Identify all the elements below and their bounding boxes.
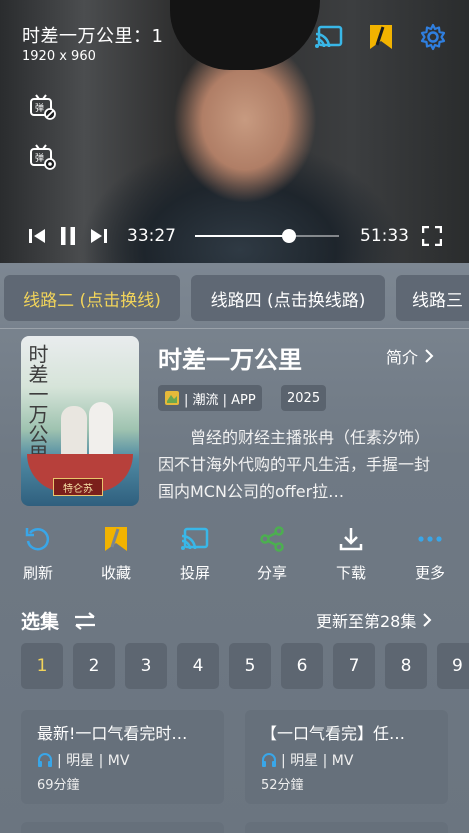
download-icon	[339, 528, 363, 551]
headphones-icon	[262, 753, 276, 767]
svg-text:弹: 弹	[35, 102, 44, 114]
more-label: 更多	[414, 564, 445, 582]
intro-label: 简介	[386, 348, 419, 367]
more-button[interactable]: 更多	[400, 524, 460, 583]
intro-link[interactable]: 简介	[386, 344, 434, 368]
update-text: 更新至第28集	[316, 612, 417, 631]
fullscreen-icon[interactable]	[421, 222, 443, 250]
route-tab-3[interactable]: 线路三	[396, 275, 469, 321]
cast-button[interactable]: 投屏	[165, 524, 225, 583]
episodes-header: 选集	[21, 607, 97, 634]
episodes-title: 选集	[21, 611, 60, 633]
cast-label: 投屏	[179, 564, 210, 582]
seek-progress	[195, 235, 289, 237]
current-time: 33:27	[127, 226, 176, 246]
danmaku-settings-icon[interactable]: 弹	[28, 142, 58, 172]
svg-text:弹: 弹	[35, 152, 44, 164]
duration: 51:33	[360, 226, 409, 246]
refresh-icon	[25, 528, 50, 551]
episodes-update-link[interactable]: 更新至第28集	[316, 608, 432, 632]
headphones-icon	[38, 753, 52, 767]
video-player[interactable]: 时差一万公里：1 1920 x 960 弹 弹 33:27 51:33	[0, 0, 469, 263]
cast-icon[interactable]	[314, 22, 344, 52]
skip-previous-icon[interactable]	[26, 222, 48, 250]
share-icon	[260, 526, 284, 552]
route-selector: 线路二 (点击换线) 线路四 (点击换线路) 线路三	[0, 275, 469, 323]
episode-button[interactable]: 6	[281, 643, 323, 689]
episode-button[interactable]: 1	[21, 643, 63, 689]
card-meta: | 明星 | MV	[261, 750, 432, 770]
bookmark-icon[interactable]	[366, 22, 396, 52]
episode-button[interactable]: 4	[177, 643, 219, 689]
app-icon	[165, 391, 179, 405]
year-text: 2025	[287, 390, 321, 406]
download-label: 下载	[335, 564, 366, 582]
refresh-label: 刷新	[22, 564, 53, 582]
seek-thumb[interactable]	[281, 229, 296, 243]
card-duration: 69分鐘	[37, 778, 80, 793]
skip-next-icon[interactable]	[88, 222, 110, 250]
card-meta-text: | 明星 | MV	[281, 753, 354, 769]
settings-icon[interactable]	[418, 22, 448, 52]
share-label: 分享	[256, 564, 287, 582]
related-video-card[interactable]	[21, 822, 224, 833]
download-button[interactable]: 下载	[321, 524, 381, 583]
video-resolution: 1920 x 960	[22, 49, 96, 64]
episode-button[interactable]: 3	[125, 643, 167, 689]
card-duration: 52分鐘	[261, 778, 304, 793]
category-tag: | 潮流 | APP	[158, 385, 262, 411]
seek-bar[interactable]	[195, 229, 339, 243]
more-icon	[418, 536, 442, 542]
category-text: | 潮流 | APP	[184, 392, 256, 408]
pause-icon[interactable]	[57, 222, 79, 250]
episode-button[interactable]: 8	[385, 643, 427, 689]
chevron-right-icon	[425, 349, 434, 363]
danmaku-off-icon[interactable]: 弹	[28, 92, 58, 122]
episode-button[interactable]: 2	[73, 643, 115, 689]
chevron-right-icon	[423, 613, 432, 627]
card-meta-text: | 明星 | MV	[57, 753, 130, 769]
refresh-button[interactable]: 刷新	[8, 524, 68, 583]
poster-title: 时差一万公里	[25, 344, 49, 464]
favorite-label: 收藏	[100, 564, 131, 582]
sort-icon[interactable]	[73, 611, 97, 630]
show-description[interactable]: 曾经的财经主播张冉（任素汐饰）因不甘海外代购的平凡生活，手握一封国内MCN公司的…	[158, 424, 436, 505]
cast-icon	[181, 527, 209, 550]
divider	[0, 328, 469, 329]
route-tab-4[interactable]: 线路四 (点击换线路)	[191, 275, 385, 321]
year-tag: 2025	[281, 385, 327, 411]
episode-button[interactable]: 5	[229, 643, 271, 689]
card-title: 【一口气看完】任…	[261, 724, 406, 743]
favorite-button[interactable]: 收藏	[86, 524, 146, 583]
show-title: 时差一万公里	[158, 346, 302, 374]
description-text: 曾经的财经主播张冉（任素汐饰）因不甘海外代购的平凡生活，手握一封国内MCN公司的…	[158, 428, 431, 501]
bookmark-icon	[105, 527, 127, 551]
related-video-card[interactable]: 【一口气看完】任… | 明星 | MV 52分鐘	[245, 710, 448, 804]
route-tab-2[interactable]: 线路二 (点击换线)	[4, 275, 180, 321]
player-title: 时差一万公里：1	[22, 26, 164, 47]
card-meta: | 明星 | MV	[37, 750, 208, 770]
show-poster[interactable]: 时差一万公里 特仑苏	[21, 336, 139, 506]
share-button[interactable]: 分享	[242, 524, 302, 583]
related-video-card[interactable]: 最新!一口气看完时… | 明星 | MV 69分鐘	[21, 710, 224, 804]
episode-button[interactable]: 7	[333, 643, 375, 689]
poster-badge: 特仑苏	[53, 478, 103, 496]
related-video-card[interactable]	[245, 822, 448, 833]
card-title: 最新!一口气看完时…	[37, 724, 188, 743]
episode-button[interactable]: 9	[437, 643, 469, 689]
